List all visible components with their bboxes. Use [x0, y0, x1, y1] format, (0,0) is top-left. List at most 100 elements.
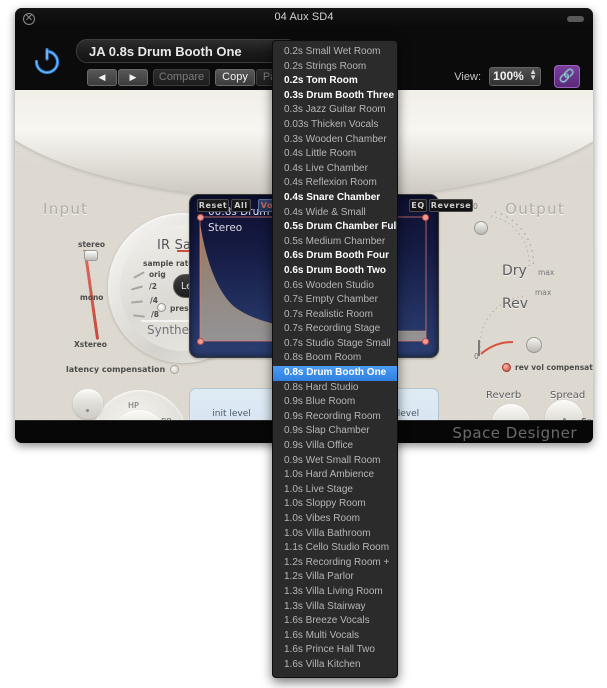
- pre-delay-knob[interactable]: [492, 404, 530, 420]
- window-title: 04 Aux SD4: [274, 11, 334, 23]
- reverb-group-label: Reverb: [486, 390, 522, 401]
- latency-compensation-radio[interactable]: [170, 365, 179, 374]
- preset-menu-item[interactable]: 1.2s Villa Parlor: [273, 570, 397, 585]
- rev-knob-handle[interactable]: [526, 337, 542, 353]
- preset-menu-item[interactable]: 1.3s Villa Living Room: [273, 585, 397, 600]
- preset-menu-item[interactable]: 1.0s Vibes Room: [273, 512, 397, 527]
- preset-menu-item[interactable]: 0.2s Strings Room: [273, 60, 397, 75]
- rev-max-label: max: [535, 288, 552, 297]
- envelope-handle[interactable]: [197, 214, 204, 221]
- window-title-bar: ✕ 04 Aux SD4: [15, 8, 593, 30]
- preset-menu-item[interactable]: 0.6s Drum Booth Four: [273, 249, 397, 264]
- preset-menu-item[interactable]: 0.9s Slap Chamber: [273, 424, 397, 439]
- latency-compensation-label: latency compensation: [66, 365, 166, 374]
- preset-menu-item[interactable]: 0.9s Recording Room: [273, 410, 397, 425]
- preset-menu-item[interactable]: 1.1s Cello Studio Room: [273, 541, 397, 556]
- spread-knob[interactable]: [545, 400, 583, 420]
- preset-dropdown-menu[interactable]: 0.2s Small Wet Room 0.2s Strings Room 0.2s…: [272, 40, 398, 678]
- preset-menu-item[interactable]: 1.6s Villa Kitchen: [273, 658, 397, 673]
- preset-menu-item[interactable]: 0.3s Wooden Chamber: [273, 133, 397, 148]
- preset-menu-item[interactable]: 0.03s Thicken Vocals: [273, 118, 397, 133]
- resonance-knob[interactable]: [73, 389, 103, 419]
- eq-tab[interactable]: EQ: [409, 199, 427, 212]
- preset-menu-item[interactable]: 0.9s Blue Room: [273, 395, 397, 410]
- preset-menu-item[interactable]: 0.3s Drum Booth Three: [273, 89, 397, 104]
- rev-label: Rev: [502, 296, 528, 312]
- next-preset-button[interactable]: ▶: [118, 69, 148, 86]
- preset-name-label: JA 0.8s Drum Booth One: [89, 44, 242, 59]
- view-stepper[interactable]: ▲ ▼: [529, 68, 537, 82]
- reverse-button[interactable]: Reverse: [429, 199, 473, 212]
- stereo-bottom-label: Xstereo: [74, 340, 107, 349]
- preset-menu-item[interactable]: 0.4s Live Chamber: [273, 162, 397, 177]
- resize-pill-icon[interactable]: [567, 16, 584, 22]
- preset-menu-item[interactable]: 1.2s Recording Room +: [273, 556, 397, 571]
- preserve-length-radio[interactable]: [157, 303, 166, 312]
- filter-hp-label: HP: [128, 401, 139, 410]
- spread-group-label: Spread: [550, 390, 586, 401]
- stereo-top-label: stereo: [78, 240, 106, 249]
- envelope-handle[interactable]: [422, 338, 429, 345]
- sample-rate-option-orig[interactable]: orig: [149, 270, 166, 279]
- plugin-name-label: Space Designer: [452, 424, 577, 442]
- preset-menu-item[interactable]: 0.9s Wet Small Room: [273, 454, 397, 469]
- view-label: View:: [454, 71, 481, 83]
- env-header: init level: [212, 409, 251, 419]
- dry-knob-handle[interactable]: [474, 221, 488, 235]
- rev-min-label: 0: [474, 352, 479, 361]
- stereo-mid-label: mono: [80, 293, 104, 302]
- env-column-init-level[interactable]: init level 100% ▲▼: [190, 389, 274, 420]
- copy-button[interactable]: Copy: [215, 69, 255, 86]
- preset-menu-item[interactable]: 0.4s Little Room: [273, 147, 397, 162]
- preset-menu-item[interactable]: 0.7s Realistic Room: [273, 308, 397, 323]
- preset-menu-item[interactable]: 0.8s Boom Room: [273, 351, 397, 366]
- preset-menu-item[interactable]: 0.8s Drum Booth One: [273, 366, 397, 381]
- preset-menu-item[interactable]: 1.0s Hard Ambience: [273, 468, 397, 483]
- preset-menu-item[interactable]: 0.2s Tom Room: [273, 74, 397, 89]
- preset-menu-item[interactable]: 0.7s Empty Chamber: [273, 293, 397, 308]
- preset-menu-item[interactable]: 0.7s Recording Stage: [273, 322, 397, 337]
- all-button[interactable]: All: [231, 199, 251, 212]
- preset-menu-item[interactable]: 0.6s Drum Booth Two: [273, 264, 397, 279]
- preset-menu-item[interactable]: 1.0s Villa Bathroom: [273, 527, 397, 542]
- preset-menu-item[interactable]: 1.6s Breeze Vocals: [273, 614, 397, 629]
- preset-menu-item[interactable]: 0.7s Studio Stage Small: [273, 337, 397, 352]
- preset-menu-item[interactable]: 0.5s Drum Chamber Full: [273, 220, 397, 235]
- preset-menu-item[interactable]: 0.3s Jazz Guitar Room: [273, 103, 397, 118]
- resonance-knob-indicator: [86, 409, 89, 412]
- preset-menu-item[interactable]: 0.8s Hard Studio: [273, 381, 397, 396]
- envelope-handle[interactable]: [422, 214, 429, 221]
- sample-rate-option-2[interactable]: /2: [149, 282, 157, 291]
- rev-vol-compensation-label: rev vol compensation: [515, 363, 593, 372]
- preset-menu-item[interactable]: 1.0s Sloppy Room: [273, 497, 397, 512]
- preset-menu-item[interactable]: 1.0s Live Stage: [273, 483, 397, 498]
- sample-rate-option-8[interactable]: /8: [151, 310, 159, 319]
- rev-vol-compensation-radio[interactable]: [502, 363, 511, 372]
- power-icon[interactable]: [31, 44, 63, 76]
- next-arrow-icon: ▶: [129, 72, 137, 82]
- preset-menu-item[interactable]: 0.4s Reflexion Room: [273, 176, 397, 191]
- dry-min-label: 0: [473, 202, 478, 211]
- preset-menu-item[interactable]: 0.9s Villa Office: [273, 439, 397, 454]
- sample-rate-label: sample rate: [143, 259, 194, 268]
- preset-menu-item[interactable]: 0.6s Wooden Studio: [273, 279, 397, 294]
- envelope-handle[interactable]: [197, 338, 204, 345]
- preset-select[interactable]: JA 0.8s Drum Booth One: [76, 39, 298, 63]
- stereo-knob-handle[interactable]: [84, 250, 98, 261]
- dry-label: Dry: [502, 263, 527, 279]
- preset-menu-item[interactable]: 1.6s Prince Hall Two: [273, 643, 397, 658]
- preset-menu-item[interactable]: 0.4s Snare Chamber: [273, 191, 397, 206]
- compare-button[interactable]: Compare: [153, 69, 210, 86]
- screenshot-root: ✕ 04 Aux SD4 JA 0.8s Drum Booth One ◀ ▶ …: [0, 0, 607, 688]
- reset-button[interactable]: Reset: [197, 199, 229, 212]
- preset-menu-item[interactable]: 0.2s Small Wet Room: [273, 45, 397, 60]
- sample-rate-option-4[interactable]: /4: [150, 296, 158, 305]
- preset-menu-item[interactable]: 1.3s Villa Stairway: [273, 600, 397, 615]
- preset-menu-item[interactable]: 0.5s Medium Chamber: [273, 235, 397, 250]
- preset-menu-item[interactable]: 1.6s Multi Vocals: [273, 629, 397, 644]
- prev-preset-button[interactable]: ◀: [87, 69, 117, 86]
- link-icon[interactable]: 🔗: [554, 65, 580, 88]
- dry-max-label: max: [538, 268, 555, 277]
- prev-arrow-icon: ◀: [98, 72, 106, 82]
- preset-menu-item[interactable]: 0.4s Wide & Small: [273, 206, 397, 221]
